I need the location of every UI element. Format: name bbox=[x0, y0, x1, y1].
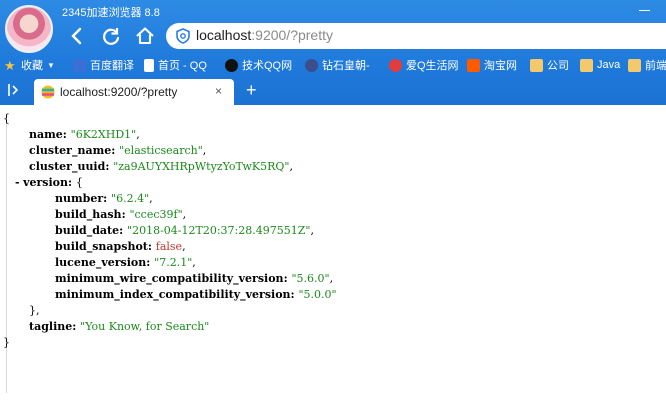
shield-icon bbox=[176, 28, 190, 44]
json-string-value: "za9AUYXHRpWtyzYoTwK5RQ" bbox=[113, 160, 290, 173]
bookmark-folder-company[interactable]: 公司 bbox=[530, 57, 569, 73]
user-avatar[interactable] bbox=[5, 5, 53, 53]
json-field-lucene-version: lucene_version: "7.2.1", bbox=[55, 256, 196, 269]
back-button[interactable] bbox=[66, 25, 88, 47]
translate-icon bbox=[73, 58, 86, 72]
aiq-icon bbox=[389, 58, 402, 72]
elastic-favicon-icon bbox=[41, 85, 55, 99]
refresh-button[interactable] bbox=[100, 25, 122, 47]
bookmark-label: 前端 bbox=[645, 60, 666, 72]
json-string-value: "5.6.0" bbox=[291, 272, 330, 285]
json-boolean-value: false bbox=[155, 240, 183, 253]
json-key: minimum_wire_compatibility_version bbox=[55, 272, 284, 285]
url-host: localhost bbox=[196, 27, 252, 43]
json-field-name: name: "6K2XHD1", bbox=[29, 128, 140, 141]
taobao-icon bbox=[467, 58, 480, 72]
json-key: name bbox=[29, 128, 63, 141]
bookmark-label: 首页 - QQ bbox=[158, 60, 207, 72]
refresh-icon bbox=[103, 28, 120, 45]
json-string-value: "2018-04-12T20:37:28.497551Z" bbox=[127, 224, 311, 237]
json-field-build-snapshot: build_snapshot: false, bbox=[55, 240, 186, 253]
page-icon bbox=[144, 58, 154, 72]
star-icon: ★ bbox=[4, 57, 16, 73]
bookmarks-bar: ★ 收藏 ▼ 百度翻译 首页 - QQ 技术QQ网 钻石皇朝- 爱Q生活网 淘宝… bbox=[0, 54, 666, 76]
bookmark-folder-java[interactable]: Java bbox=[580, 57, 620, 73]
bookmark-baidu-fanyi[interactable]: 百度翻译 bbox=[73, 57, 134, 73]
json-key: cluster_uuid bbox=[29, 160, 106, 173]
address-bar[interactable]: localhost:9200/?pretty bbox=[166, 23, 666, 49]
json-field-number: number: "6.2.4", bbox=[55, 192, 153, 205]
json-field-min-wire-version: minimum_wire_compatibility_version: "5.6… bbox=[55, 272, 334, 285]
bookmark-qq-home[interactable]: 首页 - QQ bbox=[144, 57, 207, 73]
json-field-build-hash: build_hash: "ccec39f", bbox=[55, 208, 187, 221]
back-arrow-icon bbox=[71, 27, 82, 45]
home-icon bbox=[136, 27, 154, 45]
bookmark-label: Java bbox=[597, 59, 621, 71]
bookmark-favorites[interactable]: ★ 收藏 ▼ bbox=[4, 57, 55, 73]
bookmark-label: 钻石皇朝- bbox=[322, 60, 370, 72]
json-open-brace: { bbox=[3, 112, 10, 125]
json-key: build_snapshot bbox=[55, 240, 148, 253]
bookmark-zshc[interactable]: 钻石皇朝- bbox=[305, 57, 370, 73]
bookmark-taobao[interactable]: 淘宝网 bbox=[467, 57, 517, 73]
json-field-tagline: tagline: "You Know, for Search" bbox=[29, 320, 210, 333]
json-key: build_date bbox=[55, 224, 120, 237]
json-string-value: "6K2XHD1" bbox=[70, 128, 137, 141]
tab-strip: localhost:9200/?pretty × + bbox=[0, 76, 666, 105]
json-key: number bbox=[55, 192, 104, 205]
json-string-value: "elasticsearch" bbox=[119, 144, 203, 157]
json-key: version bbox=[23, 176, 68, 189]
tab-localhost[interactable]: localhost:9200/?pretty × bbox=[34, 79, 234, 105]
collapse-toggle[interactable]: - bbox=[15, 176, 20, 189]
bookmark-aiq[interactable]: 爱Q生活网 bbox=[389, 57, 459, 73]
json-string-value: "6.2.4" bbox=[111, 192, 150, 205]
json-field-cluster-uuid: cluster_uuid: "za9AUYXHRpWtyzYoTwK5RQ", bbox=[29, 160, 293, 173]
json-string-value: "ccec39f" bbox=[129, 208, 183, 221]
home-button[interactable] bbox=[134, 25, 156, 47]
folder-icon bbox=[530, 58, 543, 72]
bookmark-label: 爱Q生活网 bbox=[406, 60, 459, 72]
json-string-value: "You Know, for Search" bbox=[80, 320, 210, 333]
json-open-brace: { bbox=[75, 176, 83, 189]
json-viewer: { name: "6K2XHD1", cluster_name: "elasti… bbox=[0, 105, 666, 400]
json-field-min-index-version: minimum_index_compatibility_version: "5.… bbox=[55, 288, 337, 301]
json-close-brace: } bbox=[3, 336, 10, 349]
bookmark-label: 技术QQ网 bbox=[242, 60, 293, 72]
folder-icon bbox=[580, 58, 593, 72]
address-url[interactable]: localhost:9200/?pretty bbox=[196, 27, 333, 43]
bookmark-tech-qq[interactable]: 技术QQ网 bbox=[225, 57, 292, 73]
new-tab-button[interactable]: + bbox=[246, 80, 257, 100]
bookmark-folder-frontend[interactable]: 前端 bbox=[628, 57, 666, 73]
tab-title: localhost:9200/?pretty bbox=[60, 85, 178, 99]
app-title: 2345加速浏览器 8.8 bbox=[62, 7, 160, 19]
bookmark-label: 公司 bbox=[547, 60, 569, 72]
minimize-button[interactable] bbox=[630, 1, 660, 19]
bookmark-label: 收藏 bbox=[21, 60, 43, 72]
json-field-version: - version: { bbox=[15, 176, 83, 189]
json-key: build_hash bbox=[55, 208, 122, 221]
zshc-icon bbox=[305, 58, 318, 72]
bookmark-label: 淘宝网 bbox=[484, 60, 517, 72]
url-path: :9200/?pretty bbox=[251, 27, 333, 43]
json-string-value: "7.2.1" bbox=[154, 256, 193, 269]
qq-icon bbox=[225, 58, 238, 72]
chevron-down-icon: ▼ bbox=[47, 60, 55, 70]
tab-close-button[interactable]: × bbox=[215, 84, 222, 98]
bookmark-label: 百度翻译 bbox=[90, 60, 134, 72]
gutter-line bbox=[6, 123, 7, 393]
json-field-build-date: build_date: "2018-04-12T20:37:28.497551Z… bbox=[55, 224, 314, 237]
json-version-close: }, bbox=[29, 304, 40, 317]
json-key: lucene_version bbox=[55, 256, 147, 269]
json-key: cluster_name bbox=[29, 144, 112, 157]
json-key: minimum_index_compatibility_version bbox=[55, 288, 291, 301]
json-string-value: "5.0.0" bbox=[298, 288, 337, 301]
sidebar-toggle-icon[interactable] bbox=[6, 82, 22, 98]
browser-chrome: 2345加速浏览器 8.8 localhost:9200/?pretty ★ 收… bbox=[0, 0, 666, 105]
json-key: tagline bbox=[29, 320, 73, 333]
folder-icon bbox=[628, 58, 641, 72]
json-field-cluster-name: cluster_name: "elasticsearch", bbox=[29, 144, 207, 157]
